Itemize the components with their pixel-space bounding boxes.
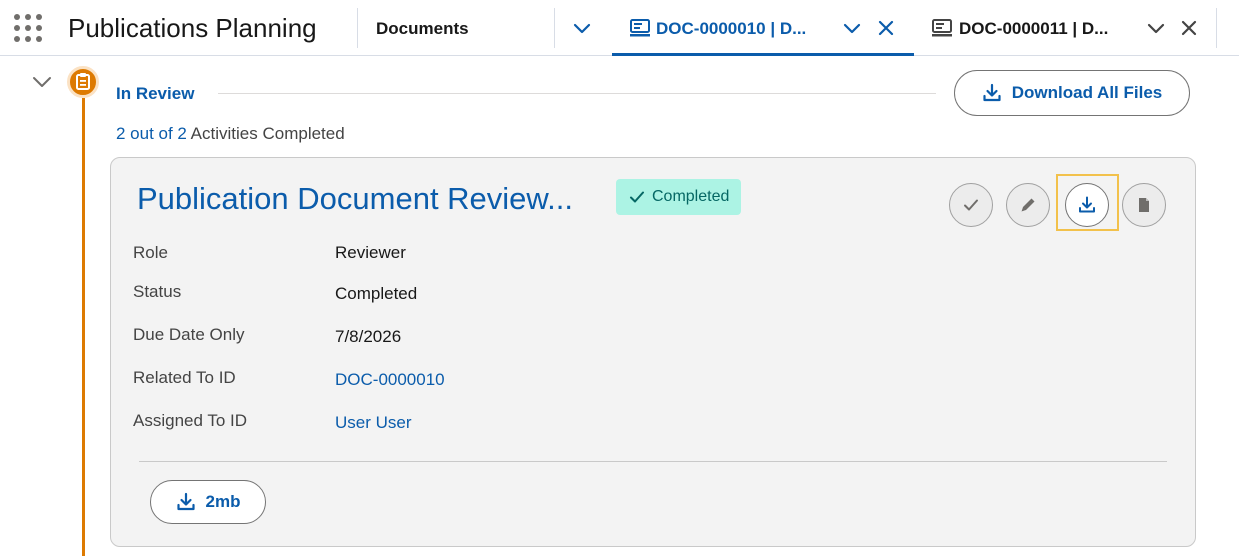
tab-chevron-down-icon[interactable]	[1146, 18, 1166, 38]
stage-collapse-chevron-down-icon[interactable]	[32, 72, 52, 92]
activities-progress-count: 2 out of 2	[116, 124, 187, 143]
download-icon	[983, 83, 1001, 102]
card-divider	[139, 461, 1167, 462]
field-label-role: Role	[133, 243, 168, 262]
field-value-role: Reviewer	[335, 243, 406, 262]
field-label-related-to: Related To ID	[133, 368, 236, 387]
assigned-to-link[interactable]: User User	[335, 412, 412, 434]
tab-label: DOC-0000011 | D...	[959, 19, 1109, 38]
check-icon	[630, 191, 644, 203]
status-badge-label: Completed	[652, 188, 730, 205]
app-launcher-icon[interactable]	[12, 12, 44, 44]
global-header: Publications Planning Documents DOC-0000…	[0, 0, 1239, 56]
stage-divider	[218, 93, 936, 94]
tab-close-icon[interactable]	[1179, 18, 1199, 38]
nav-menu-chevron-down-icon[interactable]	[568, 14, 596, 42]
download-file-button[interactable]: 2mb	[150, 480, 266, 524]
header-divider	[554, 8, 555, 48]
nav-item-documents[interactable]: Documents	[376, 18, 469, 40]
app-name: Publications Planning	[68, 13, 317, 43]
download-icon	[176, 492, 195, 511]
tab-close-icon[interactable]	[876, 18, 896, 38]
complete-button[interactable]	[949, 183, 993, 227]
file-icon	[1139, 198, 1149, 212]
edit-button[interactable]	[1006, 183, 1050, 227]
activity-card: Publication Document Review... Completed…	[110, 157, 1196, 547]
field-label-due-date: Due Date Only	[133, 325, 245, 344]
field-label-assigned-to: Assigned To ID	[133, 411, 248, 430]
header-divider	[357, 8, 358, 48]
record-icon	[630, 19, 650, 37]
activities-progress-suffix: Activities Completed	[186, 124, 345, 143]
tab-doc-0000011[interactable]: DOC-0000011 | D...	[920, 0, 1216, 56]
document-stage-icon	[67, 66, 99, 98]
download-icon	[1079, 196, 1095, 213]
view-file-button[interactable]	[1122, 183, 1166, 227]
related-to-link[interactable]: DOC-0000010	[335, 369, 445, 391]
file-size-label: 2mb	[205, 492, 241, 511]
field-value-status: Completed	[335, 284, 418, 303]
tab-doc-0000010[interactable]: DOC-0000010 | D...	[612, 0, 914, 56]
field-value-due-date: 7/8/2026	[335, 327, 402, 346]
stage-title: In Review	[116, 84, 195, 103]
tab-chevron-down-icon[interactable]	[842, 18, 862, 38]
timeline-line	[82, 98, 85, 556]
status-badge: Completed	[616, 179, 742, 215]
field-label-status: Status	[133, 282, 182, 301]
header-divider	[1216, 8, 1217, 48]
activity-title-link[interactable]: Publication Document Review...	[137, 180, 573, 218]
download-all-files-label: Download All Files	[1011, 83, 1163, 102]
activities-progress: 2 out of 2 Activities Completed	[116, 123, 345, 145]
download-all-files-button[interactable]: Download All Files	[954, 70, 1190, 116]
record-icon	[932, 19, 952, 37]
tab-label: DOC-0000010 | D...	[656, 19, 807, 38]
pencil-icon	[1021, 198, 1035, 212]
download-button[interactable]	[1065, 183, 1109, 227]
check-icon	[964, 199, 978, 211]
